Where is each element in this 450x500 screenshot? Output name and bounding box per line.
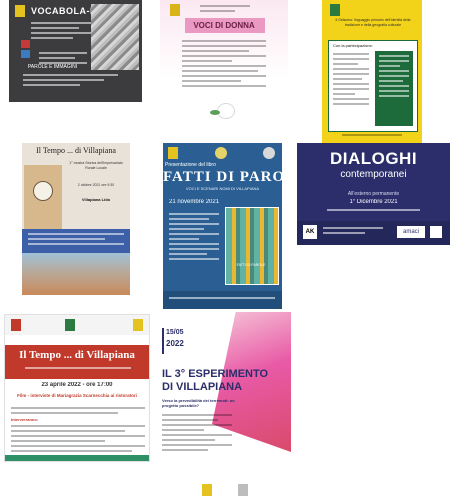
logo-icon [330, 4, 340, 16]
logo-icon [133, 319, 143, 331]
crest-icon [215, 147, 227, 159]
poster-title: Il Tempo ... di Villapiana [19, 349, 135, 361]
poster-gelsomo[interactable]: Il Gelsomo: linguaggio primario dell'ide… [322, 0, 422, 144]
logo-icon [11, 319, 21, 331]
book-title: FATTI DI PAROLE [236, 263, 266, 267]
badge-year: 2022 [166, 339, 184, 348]
poster-date: 23 aprile 2022 - ore 17:00 [41, 382, 113, 388]
logo-amaci: amaci [397, 226, 425, 238]
logo-square [430, 226, 442, 238]
leaf [210, 110, 220, 115]
book-cover [225, 207, 279, 285]
poster-subtitle: All'esterno permanente [347, 191, 400, 197]
poster-title: FATTI DI PAROLE [163, 169, 282, 185]
poster-subtitle: VOCI E SCENARI NOMI DI VILLAPIANA [185, 186, 260, 191]
poster-section: Film - interviste di Mariagrazia Scarnec… [17, 393, 137, 398]
logo-icon [202, 484, 212, 496]
poster-title: VOCI DI DONNA [193, 21, 255, 30]
poster-date: 1° Dicembre 2021 [349, 199, 398, 205]
header-logos [5, 315, 149, 335]
poster-photo [91, 4, 139, 70]
poster-title-2: contemporanei [340, 169, 407, 180]
logo-icon [170, 4, 180, 16]
poster-date: 2 ottobre 2021 ore 9:30 [77, 183, 115, 187]
participants-heading: Con la partecipazione: [333, 43, 373, 48]
poster-title: DIALOGHI [329, 149, 418, 168]
poster-subtitle: Verso la prevedibilità dei terremoti: un… [162, 398, 235, 408]
poster-title: IL 3° ESPERIMENTO [162, 368, 269, 380]
poster-title-2: DI VILLAPIANA [162, 381, 243, 393]
poster-place: Villapiana Lido [81, 197, 111, 202]
participants-heading: Interverranno: [11, 417, 39, 422]
poster-terzo-esperimento[interactable]: 15/05 2022 IL 3° ESPERIMENTO DI VILLAPIA… [158, 312, 291, 500]
color-swatch [21, 40, 30, 48]
poster-il-tempo-2022[interactable]: Il Tempo ... di Villapiana 23 aprile 202… [4, 314, 150, 462]
footer-band [5, 455, 149, 461]
poster-subtitle: PAROLE E IMMAGINI [27, 64, 78, 70]
poster-subtitle: 1° mostra Storica dell'Impresariato Rura… [69, 161, 123, 170]
poster-voci-di-donna[interactable]: VOCI DI DONNA [160, 0, 288, 130]
poster-overtitle: Presentazione del libro [165, 162, 216, 168]
flower-icon [218, 104, 234, 118]
logo-icon [15, 5, 25, 17]
logo-icon [65, 319, 75, 331]
participants-box: Con la partecipazione: [328, 40, 418, 132]
logo-icon [238, 484, 248, 496]
badge-date: 15/05 [166, 329, 184, 336]
beach-photo [22, 253, 130, 295]
color-swatch [21, 50, 30, 58]
poster-date: 21 novembre 2021 [169, 199, 220, 205]
crest-icon [263, 147, 275, 159]
poster-title: Il Gelsomo: linguaggio primario dell'ide… [335, 18, 411, 27]
clock-icon [33, 181, 53, 201]
logo-icon [168, 147, 178, 159]
poster-fatti-di-parole[interactable]: Presentazione del libro FATTI DI PAROLE … [163, 143, 282, 309]
logo-ak: AK [303, 225, 317, 239]
poster-il-tempo-2021[interactable]: Il Tempo ... di Villapiana 1° mostra Sto… [22, 143, 130, 295]
poster-dialoghi[interactable]: DIALOGHI contemporanei All'esterno perma… [297, 143, 450, 245]
poster-title: Il Tempo ... di Villapiana [36, 146, 116, 155]
poster-vocabolaio[interactable]: VOCABOLA-IO PAROLE E IMMAGINI [9, 0, 142, 102]
